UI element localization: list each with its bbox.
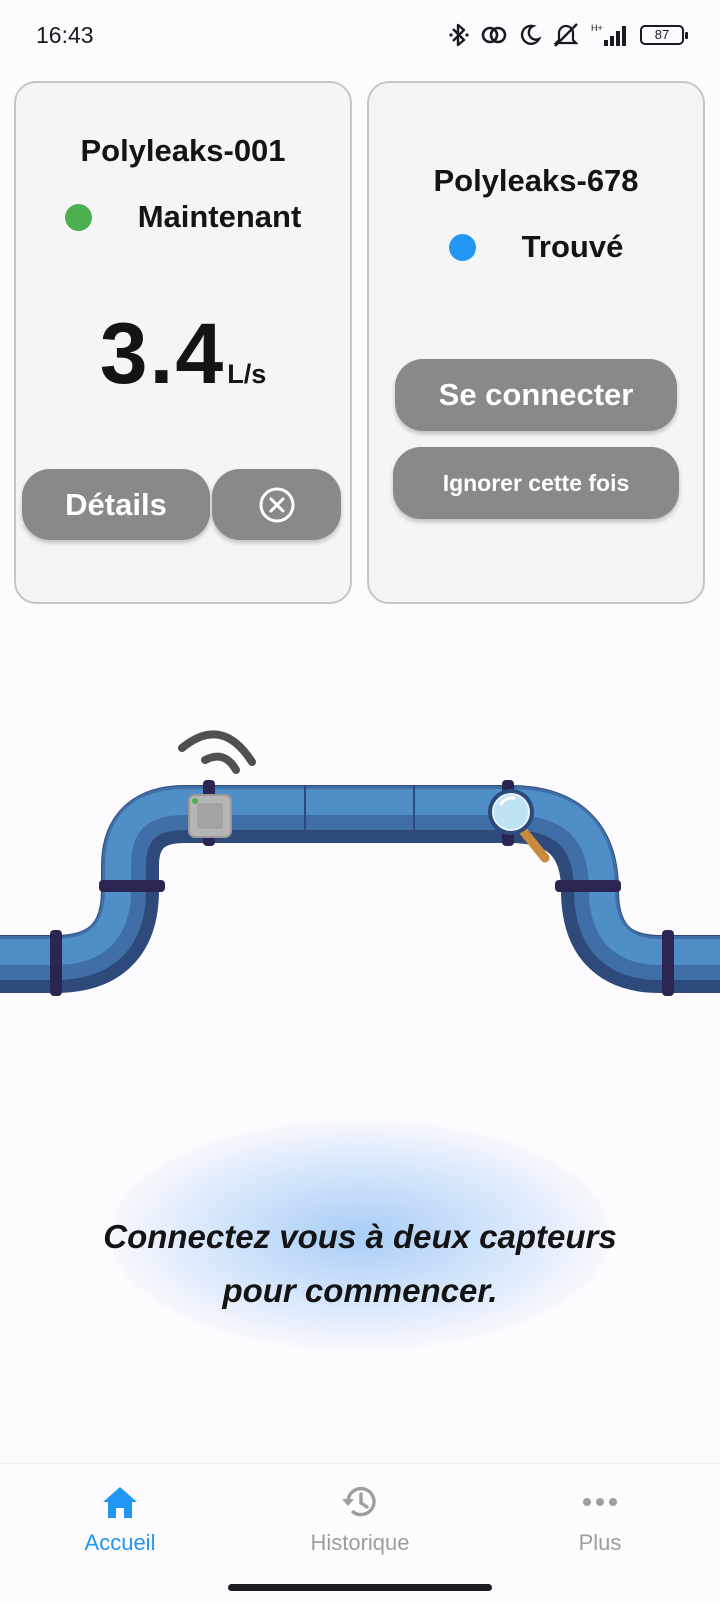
bottom-navigation: Accueil Historique Plus	[0, 1463, 720, 1601]
nav-item-historique[interactable]: Historique	[260, 1464, 460, 1574]
device-name: Polyleaks-678	[433, 163, 639, 198]
status-bar: 16:43 H+ 87	[0, 0, 720, 72]
pipe-illustration	[0, 730, 720, 996]
ignore-label: Ignorer cette fois	[442, 469, 630, 496]
battery-level: 87	[654, 27, 670, 42]
sensor-card-found: Polyleaks-678 Trouvé Se connecter Ignore…	[367, 81, 705, 604]
nav-label: Accueil	[84, 1530, 156, 1555]
nav-item-plus[interactable]: Plus	[500, 1464, 700, 1574]
status-row: Trouvé	[369, 229, 703, 265]
flow-reading: 3.4L/s	[16, 305, 350, 404]
status-text: Trouvé	[521, 229, 624, 264]
details-button[interactable]: Détails	[22, 469, 210, 540]
flow-value: 3.4	[99, 306, 226, 402]
nav-item-accueil[interactable]: Accueil	[20, 1464, 220, 1574]
instruction-line-1: Connectez vous à deux capteurs	[103, 1218, 617, 1255]
bluetooth-icon	[449, 23, 469, 47]
wifi-signal-icon	[178, 730, 256, 774]
connect-button[interactable]: Se connecter	[395, 359, 677, 431]
close-circle-icon	[259, 487, 294, 522]
status-text: Maintenant	[137, 199, 302, 234]
instruction-line-2: pour commencer.	[222, 1272, 498, 1309]
status-dot	[448, 233, 476, 261]
instruction-text: Connectez vous à deux capteurs pour comm…	[60, 1210, 660, 1318]
connect-label: Se connecter	[438, 377, 634, 412]
status-time: 16:43	[36, 22, 94, 48]
status-dot	[64, 203, 92, 231]
sync-icon	[481, 26, 507, 44]
battery-icon: 87	[640, 25, 688, 45]
flow-unit: L/s	[227, 359, 267, 389]
home-icon	[100, 1482, 140, 1522]
nav-label: Historique	[310, 1530, 410, 1555]
signal-icon: H+	[591, 23, 626, 46]
history-icon	[340, 1482, 380, 1522]
details-label: Détails	[65, 486, 167, 522]
moon-icon	[520, 24, 542, 45]
mute-icon	[553, 23, 579, 47]
more-icon	[582, 1482, 618, 1522]
device-name: Polyleaks-001	[80, 133, 286, 168]
network-type: H+	[591, 23, 603, 33]
home-indicator[interactable]	[228, 1584, 492, 1591]
nav-label: Plus	[578, 1530, 622, 1555]
status-icons: H+ 87	[448, 20, 688, 50]
sensor-card-connected: Polyleaks-001 Maintenant 3.4L/s Détails	[14, 81, 352, 604]
ignore-button[interactable]: Ignorer cette fois	[393, 447, 679, 519]
status-row: Maintenant	[16, 199, 350, 235]
disconnect-button[interactable]	[212, 469, 341, 540]
sensor-box-icon	[188, 794, 232, 838]
